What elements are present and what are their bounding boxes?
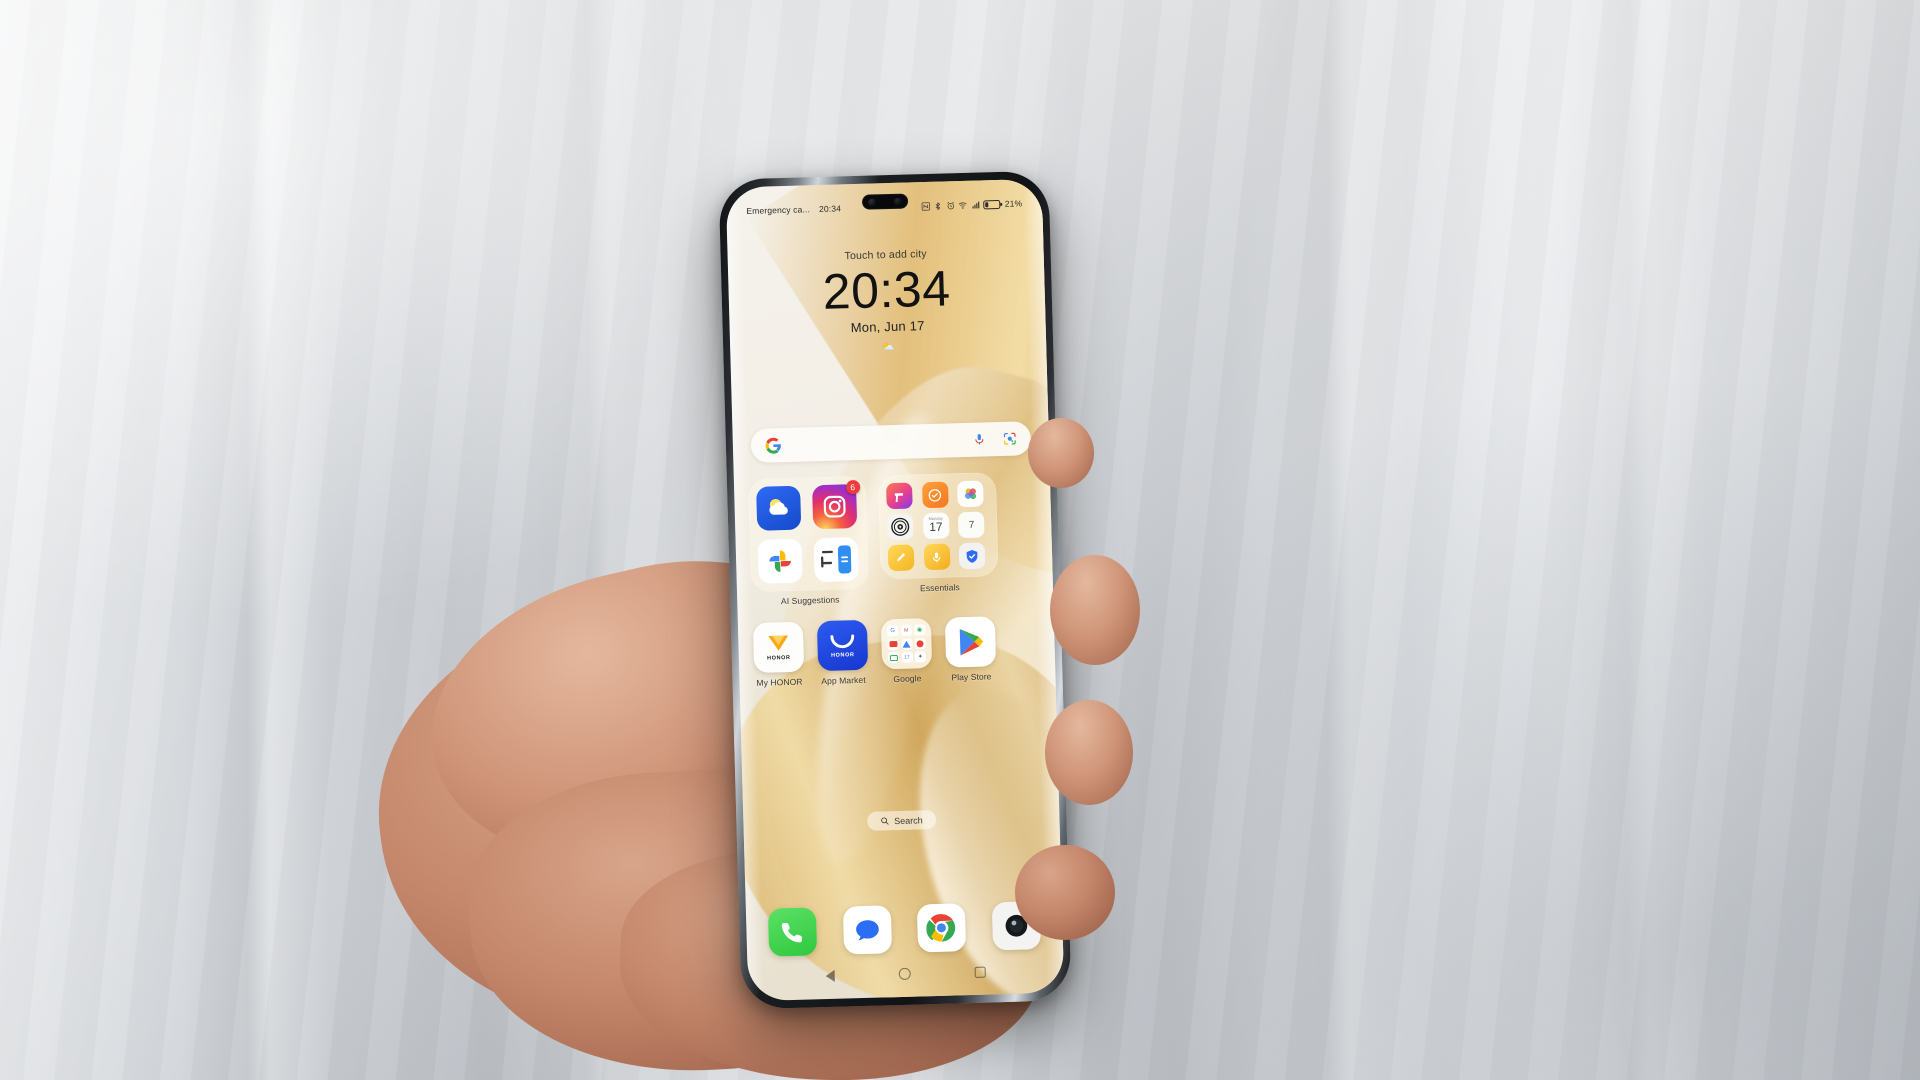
app-label-google: Google [893,673,922,685]
folder-label-ai-suggestions: AI Suggestions [780,594,840,607]
gallery-icon[interactable] [957,480,985,508]
app-label-play-store: Play Store [951,671,992,683]
google-folder-icon[interactable]: G M ◉ 17 ✦ [880,618,933,670]
calculator-icon[interactable] [813,537,859,583]
app-label-my-honor: My HONOR [756,676,803,688]
app-google-folder[interactable]: G M ◉ 17 ✦ Google [880,618,934,684]
my-honor-brand: HONOR [767,654,791,662]
back-triangle-icon[interactable] [825,969,835,983]
app-market-brand: HONOR [830,651,855,659]
calendar-day: 17 [929,520,943,535]
search-pill[interactable]: Search [866,809,936,831]
folder-ai-suggestions[interactable]: 6 AI Suggestions [747,475,870,607]
status-bar-left: Emergency ca... 20:34 [746,203,841,216]
folder-preview-grid[interactable]: 6 [747,475,869,593]
security-icon[interactable] [959,542,986,570]
mini-drive-icon [900,638,913,650]
signal-icon [971,201,979,209]
mini-maps-icon: ◉ [913,624,926,636]
recents-square-icon[interactable] [974,966,986,978]
search-icon [881,817,889,825]
app-row: HONOR My HONOR HONOR App Market G M ◉ 17… [752,615,1042,688]
mini-google-icon: G [886,624,899,637]
app-play-store[interactable]: Play Store [944,616,998,682]
phone-screen[interactable]: Emergency ca... 20:34 21% Touch to add c… [725,178,1065,1002]
curtain-fold [1560,0,1710,1080]
mini-calendar-icon: 17 [901,651,913,663]
compass-icon[interactable] [886,513,914,541]
folder-label-essentials: Essentials [919,582,960,594]
dock [760,901,1049,957]
weather-icon[interactable] [756,485,802,531]
carrier-label: Emergency ca... [746,204,811,217]
my-honor-icon[interactable]: HONOR [752,621,805,673]
app-my-honor[interactable]: HONOR My HONOR [752,621,806,688]
photos-icon[interactable] [757,538,803,584]
search-pill-label: Search [894,814,923,826]
clock-time: 20:34 [822,260,952,320]
curtain-fold [1260,0,1410,1080]
finger-tip-upper [1028,418,1094,488]
mini-photos-icon [914,637,926,649]
app-market-icon[interactable]: HONOR [816,619,869,672]
finger-index [1050,555,1140,665]
status-bar-right: 21% [921,198,1023,211]
finger-ring [1015,845,1115,940]
mini-meet-icon [887,651,900,664]
google-g-icon[interactable] [765,437,782,454]
folder-essentials[interactable]: Monday 17 7 Essentials [877,472,999,594]
app-area: 6 AI Suggestions Monday 17 7 Essentials … [747,471,1042,688]
recorder-icon[interactable] [923,543,951,571]
nfc-icon [921,201,930,211]
finger-middle [1045,700,1133,805]
battery-icon [983,199,1001,209]
bluetooth-icon [935,201,941,210]
calendar-icon[interactable]: Monday 17 [922,512,950,540]
app-label-app-market: App Market [821,674,866,687]
home-circle-icon[interactable] [898,967,911,981]
play-store-icon[interactable] [944,616,997,668]
mini-assistant-icon: ✦ [914,651,927,663]
health-icon[interactable] [921,481,949,509]
messages-icon[interactable] [842,905,892,955]
chrome-icon[interactable] [917,903,967,953]
notes-icon[interactable] [887,544,915,572]
status-bar-time: 20:34 [818,203,842,214]
clock-widget[interactable]: Touch to add city 20:34 Mon, Jun 17 ⛅ [728,245,1047,358]
instagram-icon[interactable]: 6 [811,479,860,530]
phone-icon[interactable] [767,907,818,957]
battery-percent-label: 21% [1004,198,1023,209]
folder-preview-grid[interactable]: Monday 17 7 [877,472,999,580]
themes-icon[interactable] [886,482,913,510]
mini-youtube-icon [887,638,899,650]
instagram-badge: 6 [845,479,860,495]
microphone-icon[interactable] [973,431,986,447]
weather-temp: 7 [968,519,975,531]
app-app-market[interactable]: HONOR App Market [816,619,870,687]
alarm-icon [946,201,954,209]
wifi-icon [958,201,967,209]
weather-small-icon[interactable]: 7 [958,511,985,539]
google-lens-icon[interactable] [1003,432,1017,446]
folder-row: 6 AI Suggestions Monday 17 7 Essentials [747,471,1039,607]
mini-gmail-icon: M [900,624,912,636]
